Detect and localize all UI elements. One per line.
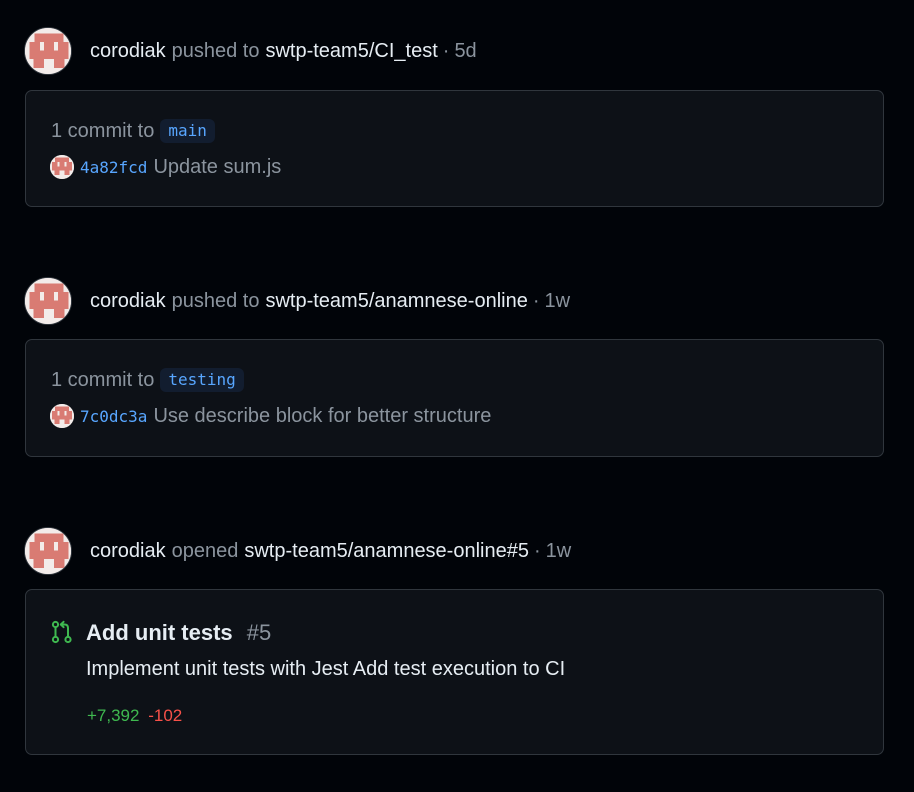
event-time[interactable]: 1w: [545, 290, 571, 313]
commit-count: 1 commit to testing: [51, 368, 244, 392]
separator-dot: ·: [532, 289, 540, 312]
pull-request-title-row: Add unit tests #5: [86, 620, 271, 646]
push-card: 1 commit to main 4a82fcd Update sum.js: [25, 90, 884, 207]
identicon-icon: [25, 278, 71, 324]
repo-link[interactable]: swtp-team5/anamnese-online: [265, 290, 527, 313]
avatar[interactable]: [24, 527, 72, 575]
diff-stats: +7,392 -102: [87, 706, 182, 726]
branch-link[interactable]: testing: [160, 368, 244, 392]
commit-row: 7c0dc3a Use describe block for better st…: [50, 404, 491, 428]
event-action: pushed to: [171, 39, 260, 62]
event-action: pushed to: [171, 289, 260, 312]
pull-request-card: Add unit tests #5 Implement unit tests w…: [25, 589, 884, 755]
identicon-icon: [50, 155, 74, 179]
commit-author-avatar[interactable]: [50, 404, 74, 428]
event-header: corodiak pushed to swtp-team5/CI_test · …: [24, 26, 477, 76]
identicon-icon: [25, 528, 71, 574]
commit-author-avatar[interactable]: [50, 155, 74, 179]
additions-count: +7,392: [87, 706, 140, 725]
commit-count: 1 commit to main: [51, 119, 215, 143]
activity-feed: corodiak pushed to swtp-team5/CI_test · …: [0, 0, 914, 792]
identicon-icon: [50, 404, 74, 428]
event-header: corodiak pushed to swtp-team5/anamnese-o…: [24, 276, 570, 326]
pull-request-number: #5: [246, 620, 272, 645]
push-card: 1 commit to testing 7c0dc3a Use describe…: [25, 339, 884, 457]
pull-request-link[interactable]: swtp-team5/anamnese-online#5: [244, 540, 529, 563]
commit-message: Use describe block for better structure: [153, 404, 492, 427]
deletions-count: -102: [148, 706, 183, 725]
separator-dot: ·: [442, 39, 450, 62]
actor-link[interactable]: corodiak: [90, 540, 166, 563]
git-pull-request-icon: [51, 620, 72, 644]
avatar[interactable]: [24, 277, 72, 325]
branch-link[interactable]: main: [160, 119, 215, 143]
event-time[interactable]: 5d: [454, 40, 476, 63]
commit-message: Update sum.js: [153, 155, 282, 178]
commit-row: 4a82fcd Update sum.js: [50, 155, 281, 179]
commit-count-label: 1 commit to: [51, 368, 155, 391]
repo-link[interactable]: swtp-team5/CI_test: [265, 40, 437, 63]
pull-request-title-link[interactable]: Add unit tests: [86, 620, 233, 645]
avatar[interactable]: [24, 27, 72, 75]
event-header: corodiak opened swtp-team5/anamnese-onli…: [24, 526, 571, 576]
pull-request-description: Implement unit tests with Jest Add test …: [86, 658, 566, 680]
commit-sha-link[interactable]: 4a82fcd: [80, 158, 147, 177]
commit-sha-link[interactable]: 7c0dc3a: [80, 407, 147, 426]
separator-dot: ·: [533, 539, 541, 562]
event-time[interactable]: 1w: [546, 540, 572, 563]
commit-count-label: 1 commit to: [51, 119, 155, 142]
actor-link[interactable]: corodiak: [90, 290, 166, 313]
actor-link[interactable]: corodiak: [90, 40, 166, 63]
event-action: opened: [171, 539, 239, 562]
identicon-icon: [25, 28, 71, 74]
